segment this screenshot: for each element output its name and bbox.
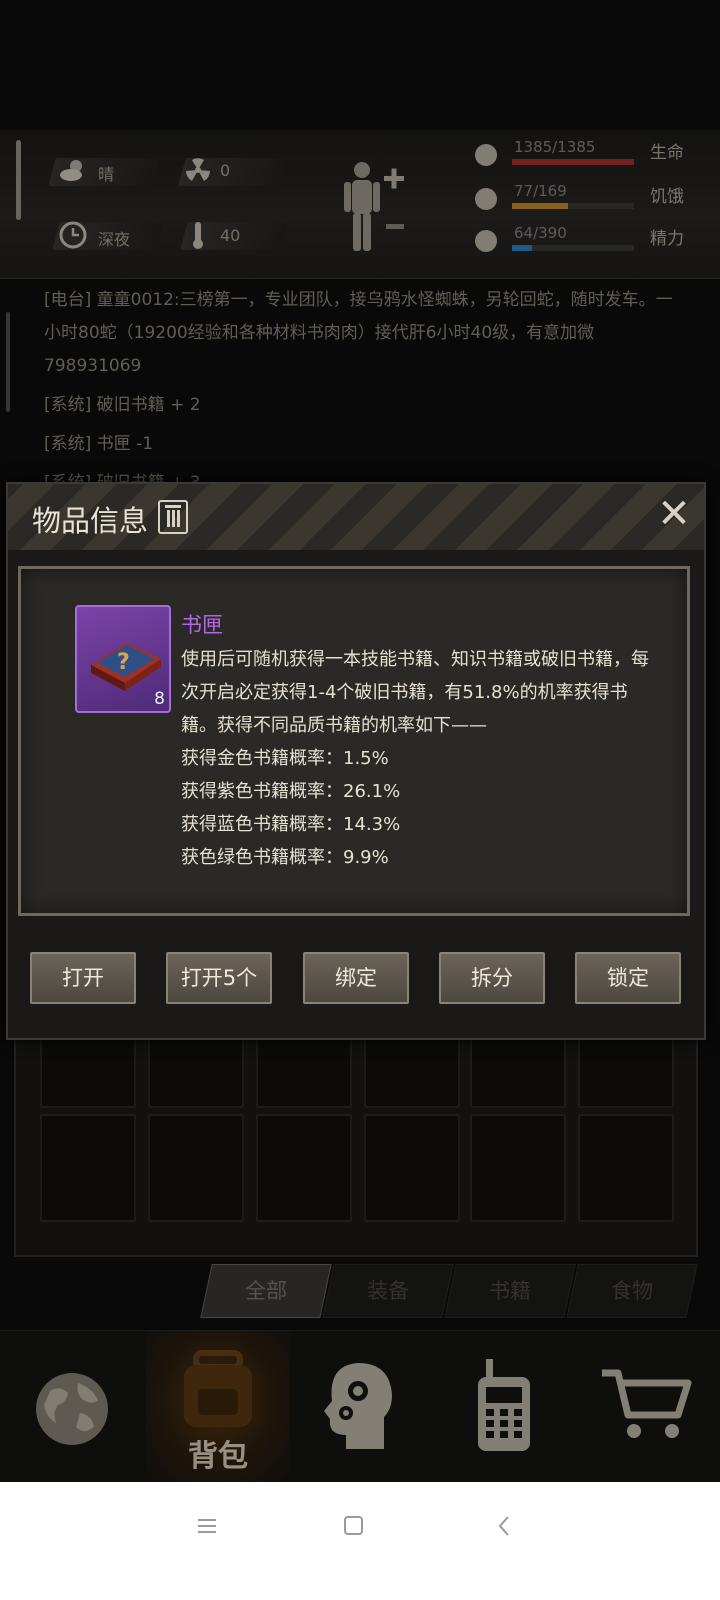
home-icon[interactable] (342, 1514, 366, 1538)
lock-button[interactable]: 锁定 (575, 952, 681, 1004)
rate-green: 获色绿色书籍概率：9.9% (181, 847, 389, 868)
item-name: 书匣 (181, 613, 223, 637)
item-icon-slot: ? 8 (75, 605, 171, 713)
item-detail-box: ? 8 书匣 使用后可随机获得一本技能书籍、知识书籍或破旧书籍，每次开启必定获得… (18, 566, 690, 916)
back-icon[interactable] (494, 1514, 514, 1538)
open-five-button[interactable]: 打开5个 (166, 952, 272, 1004)
rate-purple: 获得紫色书籍概率：26.1% (181, 781, 401, 802)
trash-icon[interactable] (158, 500, 188, 534)
item-description: 使用后可随机获得一本技能书籍、知识书籍或破旧书籍，每次开启必定获得1-4个破旧书… (181, 643, 661, 874)
menu-icon[interactable] (196, 1516, 220, 1536)
description-text: 使用后可随机获得一本技能书籍、知识书籍或破旧书籍，每次开启必定获得1-4个破旧书… (181, 649, 649, 736)
open-button[interactable]: 打开 (30, 952, 136, 1004)
rate-blue: 获得蓝色书籍概率：14.3% (181, 814, 401, 835)
svg-text:?: ? (117, 650, 130, 675)
dialog-title: 物品信息 (32, 504, 149, 538)
bind-button[interactable]: 绑定 (303, 952, 409, 1004)
split-button[interactable]: 拆分 (439, 952, 545, 1004)
close-icon[interactable]: ✕ (656, 494, 692, 534)
item-info-dialog: 物品信息 ✕ ? 8 书匣 使用后可随机获得一本技能书籍、知识书籍或破旧书籍，每… (6, 482, 706, 1040)
item-count: 8 (154, 689, 165, 709)
rate-gold: 获得金色书籍概率：1.5% (181, 748, 389, 769)
system-nav-bar (0, 1482, 720, 1600)
